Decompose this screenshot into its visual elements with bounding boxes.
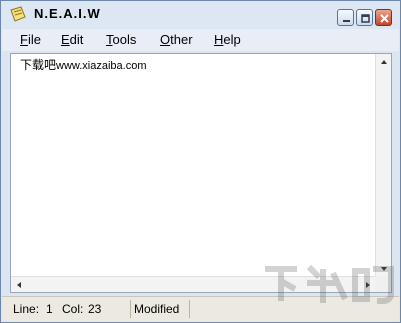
editor-text-url: www.xiazaiba.com	[56, 60, 147, 72]
window-title: N.E.A.I.W	[34, 6, 101, 21]
menu-help-label: elp	[223, 32, 241, 47]
minimize-icon	[343, 20, 350, 22]
notepad-icon	[9, 6, 27, 22]
menu-file-mnemonic: F	[20, 32, 28, 47]
menu-edit[interactable]: Edit	[61, 32, 83, 47]
maximize-icon	[361, 14, 370, 23]
status-modified: Modified	[130, 300, 190, 318]
menu-help-mnemonic: H	[214, 32, 224, 47]
maximize-button[interactable]	[356, 9, 373, 26]
minimize-button[interactable]	[337, 9, 354, 26]
close-button[interactable]	[375, 9, 392, 26]
editor-text-cjk: 下载吧	[20, 58, 57, 72]
status-position: Line: 1 Col: 23	[9, 300, 131, 318]
status-line-value: 1	[46, 302, 53, 316]
menu-tools[interactable]: Tools	[106, 32, 136, 47]
menu-edit-label: dit	[69, 32, 84, 47]
scroll-left-icon[interactable]	[11, 277, 27, 293]
app-window: N.E.A.I.W File Edit Tools Other Help 下载吧…	[0, 0, 401, 323]
menu-other-mnemonic: O	[160, 32, 171, 47]
title-bar[interactable]: N.E.A.I.W	[1, 1, 400, 28]
close-icon	[380, 14, 389, 23]
status-col-label: Col:	[62, 302, 84, 316]
menu-file-label: ile	[27, 32, 41, 47]
text-editor[interactable]: 下载吧www.xiazaiba.com	[10, 53, 392, 293]
status-col-value: 23	[88, 302, 102, 316]
menu-help[interactable]: Help	[214, 32, 241, 47]
menu-file[interactable]: File	[20, 32, 41, 47]
vertical-scrollbar[interactable]	[375, 54, 391, 277]
menu-edit-mnemonic: E	[61, 32, 70, 47]
menu-bar: File Edit Tools Other Help	[2, 29, 399, 51]
menu-other[interactable]: Other	[160, 32, 193, 47]
editor-content[interactable]: 下载吧www.xiazaiba.com	[20, 56, 147, 73]
watermark-logo	[257, 259, 397, 309]
scroll-up-icon[interactable]	[376, 54, 392, 70]
menu-other-label: ther	[170, 32, 193, 47]
menu-tools-label: ools	[112, 32, 137, 47]
status-line-label: Line:	[13, 302, 40, 316]
